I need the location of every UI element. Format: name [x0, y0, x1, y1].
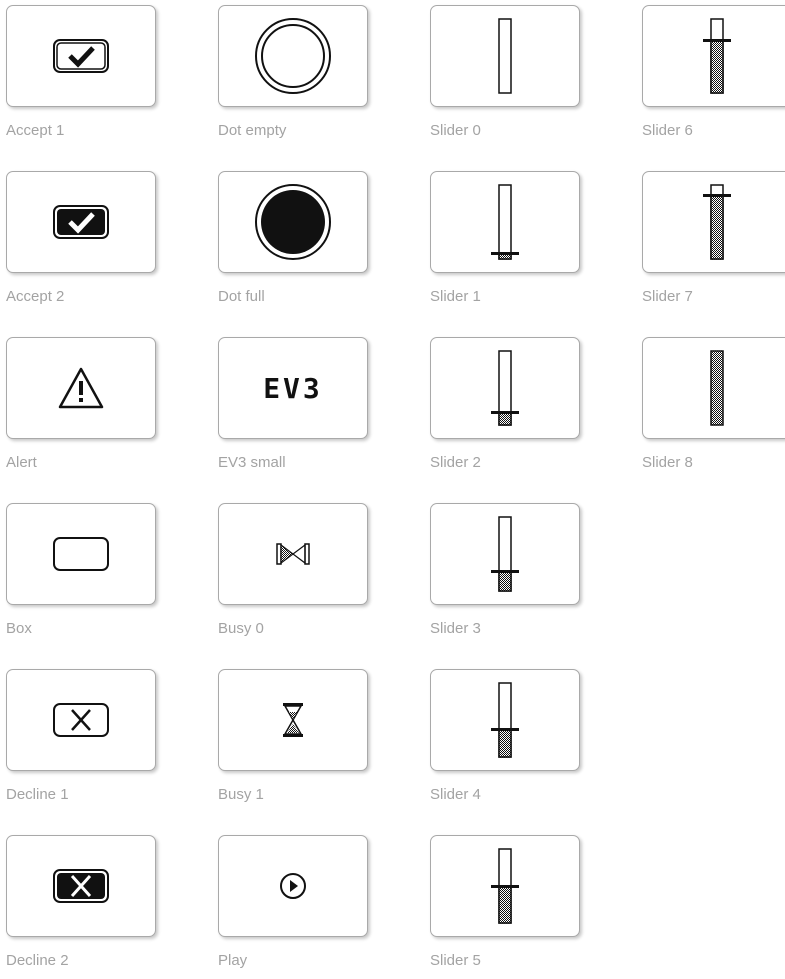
icon-tile: Decline 1	[6, 669, 156, 803]
icon-tile: Slider 3	[430, 503, 580, 637]
ev3-small-icon: EV3	[263, 373, 323, 403]
slider-8-icon	[710, 350, 724, 426]
slider-6-icon	[703, 18, 731, 94]
icon-label: Play	[218, 952, 248, 969]
icon-tile: Dot empty	[218, 5, 368, 139]
icon-tile: EV3 EV3 small	[218, 337, 368, 471]
alert-icon	[58, 367, 104, 409]
accept-2-icon	[53, 205, 109, 239]
box-icon	[53, 537, 109, 571]
slider-7-icon	[703, 184, 731, 260]
dot-full-icon	[255, 184, 331, 260]
icon-label: Accept 2	[6, 288, 65, 305]
icon-card-busy-1[interactable]	[218, 669, 368, 771]
decline-2-icon	[53, 869, 109, 903]
icon-card-slider-4[interactable]	[430, 669, 580, 771]
icon-label: Slider 8	[642, 454, 693, 471]
icon-label: Box	[6, 620, 32, 637]
icon-card-slider-8[interactable]	[642, 337, 785, 439]
icon-tile: Slider 1	[430, 171, 580, 305]
icon-tile: Decline 2	[6, 835, 156, 969]
icon-card-alert[interactable]	[6, 337, 156, 439]
icon-label: Decline 2	[6, 952, 69, 969]
accept-1-icon	[53, 39, 109, 73]
icon-card-dot-full[interactable]	[218, 171, 368, 273]
icon-tile: Busy 0	[218, 503, 368, 637]
icon-tile: Alert	[6, 337, 156, 471]
busy-1-icon	[283, 703, 303, 737]
icon-card-slider-5[interactable]	[430, 835, 580, 937]
icon-card-play[interactable]	[218, 835, 368, 937]
slider-1-icon	[491, 184, 519, 260]
icon-card-slider-3[interactable]	[430, 503, 580, 605]
icon-tile: Box	[6, 503, 156, 637]
icon-card-slider-7[interactable]	[642, 171, 785, 273]
icon-tile: Accept 1	[6, 5, 156, 139]
icon-label: Slider 3	[430, 620, 481, 637]
icon-tile: Slider 0	[430, 5, 580, 139]
icon-tile: Slider 5	[430, 835, 580, 969]
icon-label: Slider 4	[430, 786, 481, 803]
icon-label: Dot full	[218, 288, 265, 305]
slider-0-icon	[498, 18, 512, 94]
icon-tile: Slider 2	[430, 337, 580, 471]
dot-empty-icon	[255, 18, 331, 94]
icon-tile: Slider 6	[642, 5, 785, 139]
icon-tile: Accept 2	[6, 171, 156, 305]
icon-card-decline-2[interactable]	[6, 835, 156, 937]
icon-card-slider-2[interactable]	[430, 337, 580, 439]
icon-card-busy-0[interactable]	[218, 503, 368, 605]
icon-label: Dot empty	[218, 122, 287, 139]
icon-label: Decline 1	[6, 786, 69, 803]
icon-label: Slider 1	[430, 288, 481, 305]
icon-tile: Slider 7	[642, 171, 785, 305]
icon-label: Slider 2	[430, 454, 481, 471]
icon-label: Slider 0	[430, 122, 481, 139]
icon-card-slider-0[interactable]	[430, 5, 580, 107]
icon-label: Slider 7	[642, 288, 693, 305]
icon-label: EV3 small	[218, 454, 286, 471]
icon-card-box[interactable]	[6, 503, 156, 605]
ev3-text: EV3	[263, 373, 323, 403]
icon-label: Busy 1	[218, 786, 264, 803]
slider-2-icon	[491, 350, 519, 426]
icon-card-dot-empty[interactable]	[218, 5, 368, 107]
icon-label: Alert	[6, 454, 37, 471]
icon-card-ev3-small[interactable]: EV3	[218, 337, 368, 439]
icon-card-slider-1[interactable]	[430, 171, 580, 273]
play-icon	[280, 873, 306, 899]
icon-label: Slider 6	[642, 122, 693, 139]
decline-1-icon	[53, 703, 109, 737]
slider-3-icon	[491, 516, 519, 592]
slider-5-icon	[491, 848, 519, 924]
icon-tile: Slider 8	[642, 337, 785, 471]
busy-0-icon	[276, 543, 310, 565]
icon-card-decline-1[interactable]	[6, 669, 156, 771]
icon-card-accept-1[interactable]	[6, 5, 156, 107]
icon-tile: Slider 4	[430, 669, 580, 803]
icon-label: Busy 0	[218, 620, 264, 637]
icon-tile: Busy 1	[218, 669, 368, 803]
icon-tile: Play	[218, 835, 368, 969]
icon-card-accept-2[interactable]	[6, 171, 156, 273]
icon-card-slider-6[interactable]	[642, 5, 785, 107]
slider-4-icon	[491, 682, 519, 758]
icon-tile: Dot full	[218, 171, 368, 305]
icon-label: Slider 5	[430, 952, 481, 969]
icon-label: Accept 1	[6, 122, 65, 139]
